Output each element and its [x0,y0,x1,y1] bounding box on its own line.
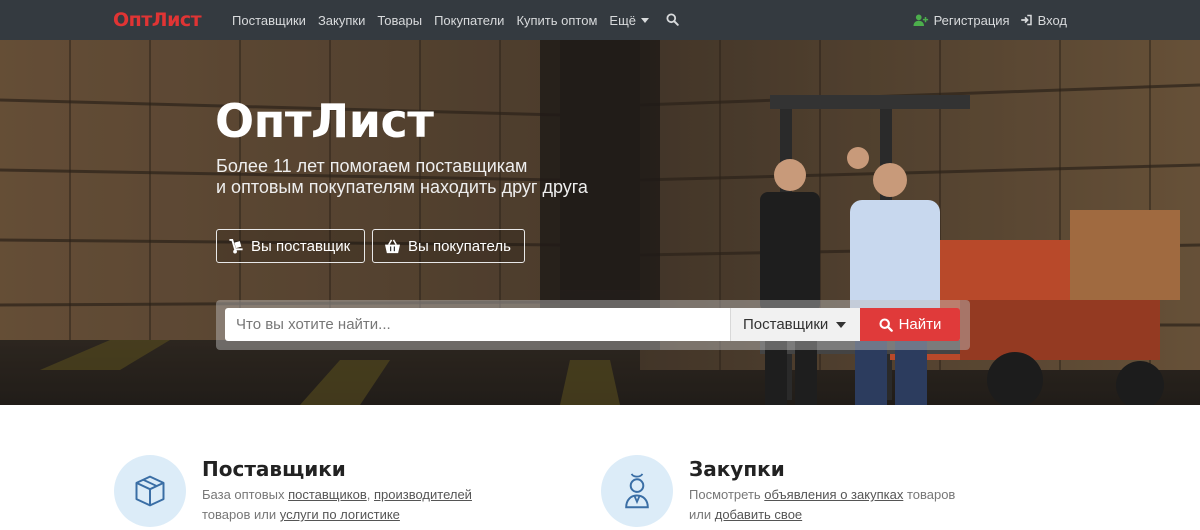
purchases-text-part2: товаров [903,487,956,502]
supplier-button[interactable]: Вы поставщик [216,229,365,263]
feature-purchases-title: Закупки [689,457,785,481]
sign-in-icon [1020,14,1032,26]
login-link[interactable]: Вход [1020,13,1067,28]
suppliers-text-sep: , [366,487,374,502]
search-button[interactable]: Найти [860,308,960,341]
nav-purchases[interactable]: Закупки [318,13,365,28]
nav-suppliers[interactable]: Поставщики [232,13,306,28]
search-icon [879,317,893,332]
search-category-label: Поставщики [743,316,829,333]
brand-logo[interactable]: ОптЛист [113,9,202,31]
feature-suppliers-text: База оптовых поставщиков, производителей… [202,485,472,525]
top-navbar: ОптЛист Поставщики Закупки Товары Покупа… [0,0,1200,40]
box-icon [135,475,165,507]
add-own-link[interactable]: добавить свое [715,507,802,522]
buyer-button-label: Вы покупатель [408,237,511,255]
auth-links: Регистрация Вход [903,0,1067,40]
feature-suppliers-title: Поставщики [202,457,346,481]
feature-suppliers: Поставщики База оптовых поставщиков, про… [114,455,534,530]
hero-banner: ОптЛист Более 11 лет помогаем поставщика… [0,40,1200,405]
user-plus-icon [913,14,928,26]
purchases-text-part1: Посмотреть [689,487,765,502]
chevron-down-icon [836,321,847,328]
search-input[interactable] [225,308,730,341]
dolly-icon [229,238,243,254]
hero-subtitle-line2: и оптовым покупателям находить друг друг… [216,177,588,197]
suppliers-text-part1: База оптовых [202,487,289,502]
feature-purchases-text: Посмотреть объявления о закупках товаров… [689,485,955,525]
register-link[interactable]: Регистрация [913,13,1010,28]
register-label: Регистрация [933,12,1010,28]
purchases-text-part3: или [689,507,715,522]
purchase-ads-link[interactable]: объявления о закупках [764,487,903,502]
nav-more-label: Ещё [609,12,637,28]
shopping-basket-icon [385,239,400,253]
search-category-select[interactable]: Поставщики [730,308,860,341]
warehouse-background-image [0,40,1200,405]
nav-buy-wholesale[interactable]: Купить оптом [516,13,597,28]
hero-subtitle-line1: Более 11 лет помогаем поставщикам [216,156,528,176]
feature-suppliers-icon-circle [114,455,186,527]
feature-purchases-icon-circle [601,455,673,527]
nav-more-dropdown[interactable]: Ещё [609,12,650,28]
manufacturers-link[interactable]: производителей [374,487,472,502]
search-button-label: Найти [898,316,942,333]
hero-subtitle: Более 11 лет помогаем поставщикам и опто… [216,156,588,198]
main-nav: Поставщики Закупки Товары Покупатели Куп… [232,0,680,40]
search-icon[interactable] [666,13,680,27]
suppliers-text-part2: товаров или [202,507,280,522]
nav-buyers[interactable]: Покупатели [434,13,504,28]
chevron-down-icon [641,17,650,23]
buyer-person-icon [625,473,649,509]
feature-purchases: Закупки Посмотреть объявления о закупках… [601,455,1021,530]
nav-products[interactable]: Товары [377,13,422,28]
logistics-link[interactable]: услуги по логистике [280,507,400,522]
login-label: Вход [1037,12,1067,28]
search-bar: Поставщики Найти [216,300,970,350]
buyer-button[interactable]: Вы покупатель [372,229,525,263]
supplier-button-label: Вы поставщик [251,237,351,255]
hero-title: ОптЛист [215,94,434,148]
suppliers-link[interactable]: поставщиков [288,487,367,502]
